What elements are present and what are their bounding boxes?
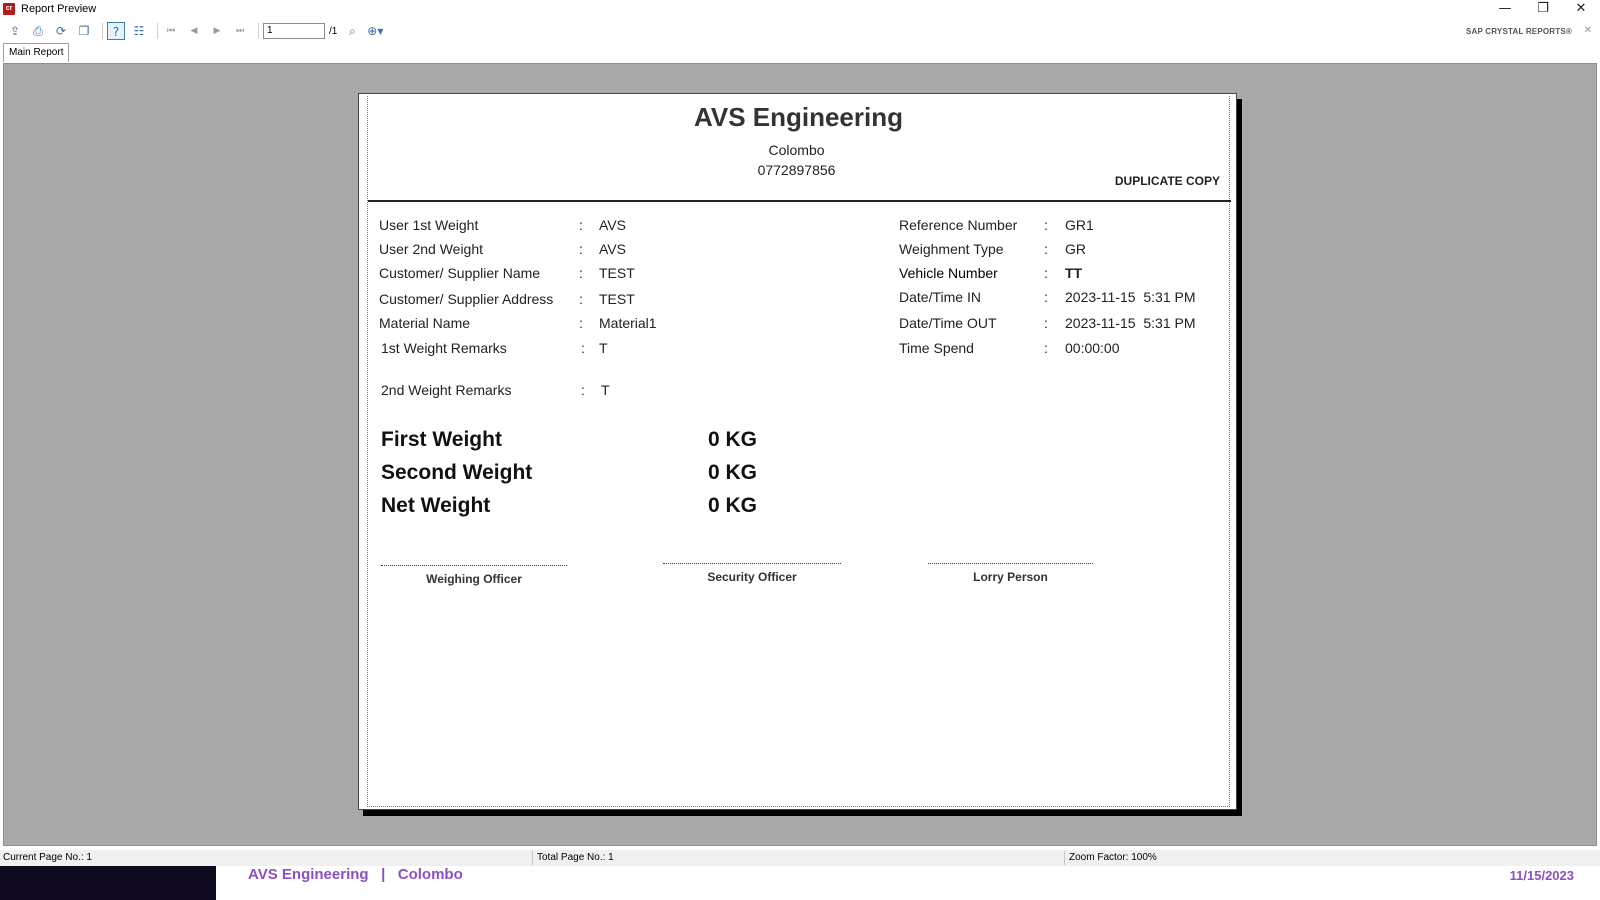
status-divider [1064,851,1065,865]
field-label: Material Name [379,315,471,331]
report-page: AVS Engineering Colombo 0772897856 DUPLI… [358,93,1237,810]
last-page-icon[interactable]: ⏭ [231,22,249,40]
weight-label: First Weight [381,428,502,451]
company-city: Colombo [768,142,825,158]
field-label: 1st Weight Remarks [381,340,507,356]
field-value: GR1 [1065,217,1094,233]
weight-value: 0 KG [708,428,758,451]
field-value: TT [1065,265,1083,281]
taskbar-date: 11/15/2023 [1509,868,1574,883]
status-bar: Current Page No.: 1 Total Page No.: 1 Zo… [0,850,1600,866]
field-value: T [601,382,610,398]
total-page-status: Total Page No.: 1 [537,852,614,863]
window-controls: — ❐ ✕ [1486,0,1600,18]
field-colon: : [579,217,583,233]
signature-line [663,563,841,564]
signature-label: Lorry Person [973,570,1048,584]
app-icon: cr [3,3,15,15]
close-brand-icon[interactable]: ✕ [1584,25,1592,36]
minimize-button[interactable]: — [1486,0,1524,18]
field-value: 00:00:00 [1065,340,1120,356]
field-colon: : [1044,289,1048,305]
field-colon: : [1044,217,1048,233]
weight-value: 0 KG [708,494,758,517]
toolbar-divider [157,23,158,39]
brand-label: SAP CRYSTAL REPORTS® [1465,27,1572,36]
field-label: Date/Time IN [899,289,981,305]
field-value: Material1 [599,315,657,331]
toolbar-divider [102,23,103,39]
window-title: Report Preview [21,3,97,15]
field-label: Date/Time OUT [899,315,997,331]
taskbar-start-area [0,866,216,900]
report-toolbar: ⇪ ⎙ ⟳ ❐ ? ☷ ⏮ ◀ ▶ ⏭ 1 /1 ⌕ ⊕▾ [0,20,1600,42]
find-icon[interactable]: ⌕ [343,22,361,40]
taskbar-company-text: AVS Engineering | Colombo [248,866,463,883]
weight-value: 0 KG [708,461,758,484]
group-tree-icon[interactable]: ☷ [130,22,148,40]
field-label: 2nd Weight Remarks [381,382,512,398]
signature-label: Weighing Officer [426,572,522,586]
field-label: User 1st Weight [379,217,479,233]
field-value: GR [1065,241,1086,257]
export-icon[interactable]: ⇪ [6,22,24,40]
tab-main-report[interactable]: Main Report [3,43,70,62]
field-label: Customer/ Supplier Name [379,265,541,281]
field-value: 2023-11-15 5:31 PM [1065,315,1196,331]
restore-button[interactable]: ❐ [1524,0,1562,18]
field-colon: : [579,265,583,281]
page-number-input[interactable]: 1 [263,23,325,39]
title-bar: cr Report Preview — ❐ ✕ [0,0,1600,18]
company-name: AVS Engineering [694,102,903,132]
field-colon: : [1044,315,1048,331]
field-colon: : [1044,265,1048,281]
taskbar: AVS Engineering | Colombo 11/15/2023 [0,866,1600,900]
field-colon: : [579,241,583,257]
copy-icon[interactable]: ❐ [75,22,93,40]
field-colon: : [1044,241,1048,257]
field-label: Weighment Type [899,241,1004,257]
field-value: TEST [599,265,635,281]
help-icon[interactable]: ? [107,22,125,40]
previous-page-icon[interactable]: ◀ [185,22,203,40]
field-colon: : [581,340,585,356]
signature-label: Security Officer [707,570,797,584]
field-label: Reference Number [899,217,1018,233]
field-label: Vehicle Number [899,265,998,281]
zoom-icon[interactable]: ⊕▾ [366,22,384,40]
close-button[interactable]: ✕ [1562,0,1600,18]
tab-strip: Main Report [0,43,1600,63]
field-label: Time Spend [899,340,974,356]
toolbar-divider [258,23,259,39]
field-value: T [599,340,608,356]
weight-label: Net Weight [381,494,491,517]
field-label: User 2nd Weight [379,241,484,257]
signature-line [381,565,567,566]
weight-label: Second Weight [381,461,533,484]
refresh-icon[interactable]: ⟳ [52,22,70,40]
company-phone: 0772897856 [757,162,836,178]
page-total: /1 [329,25,338,37]
header-divider [368,200,1231,202]
field-value: 2023-11-15 5:31 PM [1065,289,1196,305]
field-colon: : [579,315,583,331]
field-value: TEST [599,291,635,307]
field-label: Customer/ Supplier Address [379,291,554,307]
field-colon: : [579,291,583,307]
zoom-status: Zoom Factor: 100% [1069,852,1157,863]
signature-line [928,563,1093,564]
copy-label: DUPLICATE COPY [1114,174,1220,188]
print-icon[interactable]: ⎙ [29,22,47,40]
field-value: AVS [599,241,626,257]
next-page-icon[interactable]: ▶ [208,22,226,40]
status-divider [532,851,533,865]
field-colon: : [581,382,585,398]
field-value: AVS [599,217,626,233]
current-page-status: Current Page No.: 1 [3,852,92,863]
first-page-icon[interactable]: ⏮ [162,22,180,40]
field-colon: : [1044,340,1048,356]
